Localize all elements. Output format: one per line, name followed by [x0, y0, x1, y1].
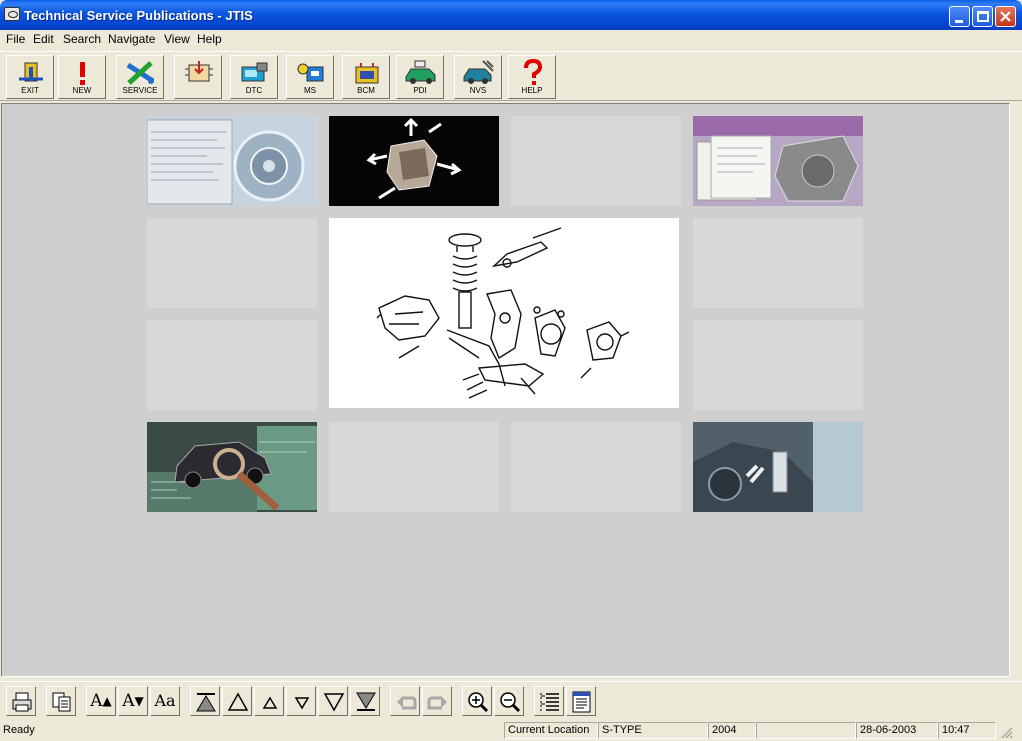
manual-engine-image: [693, 116, 863, 206]
first-page-button[interactable]: [190, 686, 220, 716]
menu-bar: File Edit Search Navigate View Help: [0, 30, 1022, 49]
bcm-button[interactable]: BCM: [342, 55, 390, 99]
tile-empty-6: [329, 422, 499, 512]
first-page-icon: [196, 693, 216, 712]
forward-button[interactable]: [422, 686, 452, 716]
exit-button[interactable]: EXIT: [6, 55, 54, 99]
printer-icon: [12, 692, 32, 712]
minimize-button[interactable]: [949, 6, 970, 27]
print-button[interactable]: [6, 686, 36, 716]
bottom-toolbar: A▲ A▼ Aa: [0, 681, 1022, 719]
window-title: Technical Service Publications - JTIS: [24, 8, 253, 23]
status-date: 28-06-2003: [856, 722, 938, 739]
contents-button[interactable]: [534, 686, 564, 716]
previous-section-button[interactable]: [254, 686, 284, 716]
title-bar: Technical Service Publications - JTIS: [0, 0, 1022, 30]
tile-suspension-diagram[interactable]: [329, 218, 679, 408]
pdi-icon: [405, 60, 436, 84]
arrow-down-icon: ▼: [134, 694, 144, 708]
last-page-button[interactable]: [350, 686, 380, 716]
last-page-icon: [356, 692, 376, 711]
status-model: S-TYPE: [598, 722, 708, 739]
tile-empty-5: [693, 320, 863, 410]
font-smaller-button[interactable]: A▼: [118, 686, 148, 716]
exclamation-icon: [80, 62, 85, 85]
tile-manual-engine[interactable]: [693, 116, 863, 206]
close-button[interactable]: [995, 6, 1016, 27]
small-triangle-up-icon: [262, 696, 278, 709]
module-icon: [185, 61, 213, 82]
tile-empty-1: [511, 116, 681, 206]
status-ready: Ready: [3, 724, 35, 736]
next-section-button[interactable]: [286, 686, 316, 716]
wrench-icon: [126, 61, 155, 85]
copy-icon: [52, 692, 71, 712]
zoom-in-icon: [468, 692, 489, 713]
suspension-diagram-image: [329, 218, 679, 408]
main-toolbar: EXIT NEW SERVICE DTC MS BCM PDI NVS HELP: [0, 51, 1022, 101]
document-button[interactable]: [566, 686, 596, 716]
list-icon: [540, 693, 559, 711]
next-page-button[interactable]: [318, 686, 348, 716]
status-time: 10:47: [938, 722, 996, 739]
status-location-label: Current Location: [504, 722, 598, 739]
pdi-button[interactable]: PDI: [396, 55, 444, 99]
previous-page-button[interactable]: [222, 686, 252, 716]
zoom-out-icon: [500, 692, 521, 713]
small-triangle-down-icon: [294, 697, 310, 710]
font-reset-button[interactable]: Aa: [150, 686, 180, 716]
triangle-up-icon: [227, 692, 249, 711]
menu-navigate[interactable]: Navigate: [108, 32, 155, 46]
tile-empty-7: [511, 422, 681, 512]
tile-car-inspection[interactable]: [147, 422, 317, 512]
tile-empty-2: [147, 218, 317, 308]
ms-button[interactable]: MS: [286, 55, 334, 99]
app-icon[interactable]: [4, 7, 20, 21]
status-blank: [756, 722, 856, 739]
forward-arrow-icon: [427, 696, 447, 710]
exit-icon: [19, 62, 43, 82]
menu-edit[interactable]: Edit: [33, 32, 54, 46]
tile-empty-4: [147, 320, 317, 410]
zoom-out-button[interactable]: [494, 686, 524, 716]
dtc-icon: [241, 62, 268, 82]
triangle-down-icon: [323, 693, 345, 712]
zoom-in-button[interactable]: [462, 686, 492, 716]
question-icon: [524, 59, 543, 85]
maximize-button[interactable]: [972, 6, 993, 27]
engine-bay-image: [693, 422, 863, 512]
module-button[interactable]: [174, 55, 222, 99]
nvs-icon: [463, 60, 494, 84]
arrow-up-icon: ▲: [102, 694, 112, 708]
car-inspection-image: [147, 422, 317, 512]
status-year: 2004: [708, 722, 756, 739]
bcm-icon: [355, 63, 379, 84]
menu-file[interactable]: File: [6, 32, 25, 46]
font-larger-button[interactable]: A▲: [86, 686, 116, 716]
ms-icon: [297, 63, 324, 82]
help-button[interactable]: HELP: [508, 55, 556, 99]
menu-help[interactable]: Help: [197, 32, 222, 46]
tile-empty-3: [693, 218, 863, 308]
dtc-button[interactable]: DTC: [230, 55, 278, 99]
service-button[interactable]: SERVICE: [116, 55, 164, 99]
document-icon: [572, 691, 591, 713]
back-button[interactable]: [390, 686, 420, 716]
software-wheel-image: [147, 116, 317, 206]
resize-grip[interactable]: [998, 724, 1014, 739]
tile-engine-bay[interactable]: [693, 422, 863, 512]
tile-software-wheel[interactable]: [147, 116, 317, 206]
menu-search[interactable]: Search: [63, 32, 101, 46]
close-icon: [1000, 11, 1011, 22]
new-button[interactable]: NEW: [58, 55, 106, 99]
menu-view[interactable]: View: [164, 32, 190, 46]
nvs-button[interactable]: NVS: [454, 55, 502, 99]
status-bar: Ready Current Location S-TYPE 2004 28-06…: [0, 720, 1022, 741]
back-arrow-icon: [397, 696, 417, 710]
content-area: [1, 103, 1010, 677]
tile-engine-exploded[interactable]: [329, 116, 499, 206]
engine-exploded-image: [329, 116, 499, 206]
copy-button[interactable]: [46, 686, 76, 716]
